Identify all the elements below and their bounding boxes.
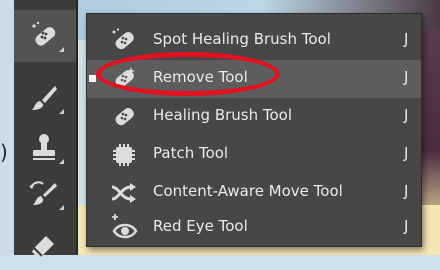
spot-healing-brush-icon <box>112 28 134 50</box>
highlight-annotation-oval <box>96 52 280 96</box>
menu-item-spot-healing-brush-tool[interactable]: Spot Healing Brush Tool J <box>87 22 421 60</box>
menu-item-label: Spot Healing Brush Tool <box>153 30 331 48</box>
menu-item-label: Patch Tool <box>153 144 229 162</box>
healing-tools-flyout-menu: Spot Healing Brush Tool J Remove Tool J … <box>86 13 422 247</box>
spot-healing-brush-tool-button[interactable] <box>14 10 76 62</box>
menu-item-content-aware-move-tool[interactable]: Content-Aware Move Tool J <box>87 174 421 212</box>
edge-glyph: ) <box>0 140 8 164</box>
menu-item-patch-tool[interactable]: Patch Tool J <box>87 136 421 174</box>
clone-stamp-icon <box>33 134 55 160</box>
eraser-tool-button[interactable] <box>14 218 76 270</box>
current-tool-indicator <box>89 75 96 82</box>
red-eye-icon <box>112 214 138 239</box>
menu-item-red-eye-tool[interactable]: Red Eye Tool J <box>87 209 421 247</box>
shortcut-key: J <box>404 106 409 124</box>
shortcut-key: J <box>404 68 409 86</box>
patch-icon <box>113 144 135 166</box>
tools-panel <box>14 0 77 257</box>
menu-item-healing-brush-tool[interactable]: Healing Brush Tool J <box>87 98 421 136</box>
shortcut-key: J <box>404 30 409 48</box>
spot-healing-brush-icon <box>32 21 56 46</box>
eraser-icon <box>32 236 54 257</box>
content-aware-move-icon <box>111 183 136 203</box>
history-brush-tool-button[interactable] <box>14 168 76 220</box>
menu-item-label: Red Eye Tool <box>153 217 248 235</box>
shortcut-key: J <box>404 144 409 162</box>
healing-brush-icon <box>115 108 134 126</box>
shortcut-key: J <box>404 182 409 200</box>
brush-tool-button[interactable] <box>14 72 76 124</box>
menu-item-label: Healing Brush Tool <box>153 106 293 124</box>
history-brush-icon <box>29 181 57 205</box>
clone-stamp-tool-button[interactable] <box>14 122 76 174</box>
shortcut-key: J <box>404 217 409 235</box>
menu-item-label: Content-Aware Move Tool <box>153 182 343 200</box>
brush-icon <box>32 86 57 110</box>
